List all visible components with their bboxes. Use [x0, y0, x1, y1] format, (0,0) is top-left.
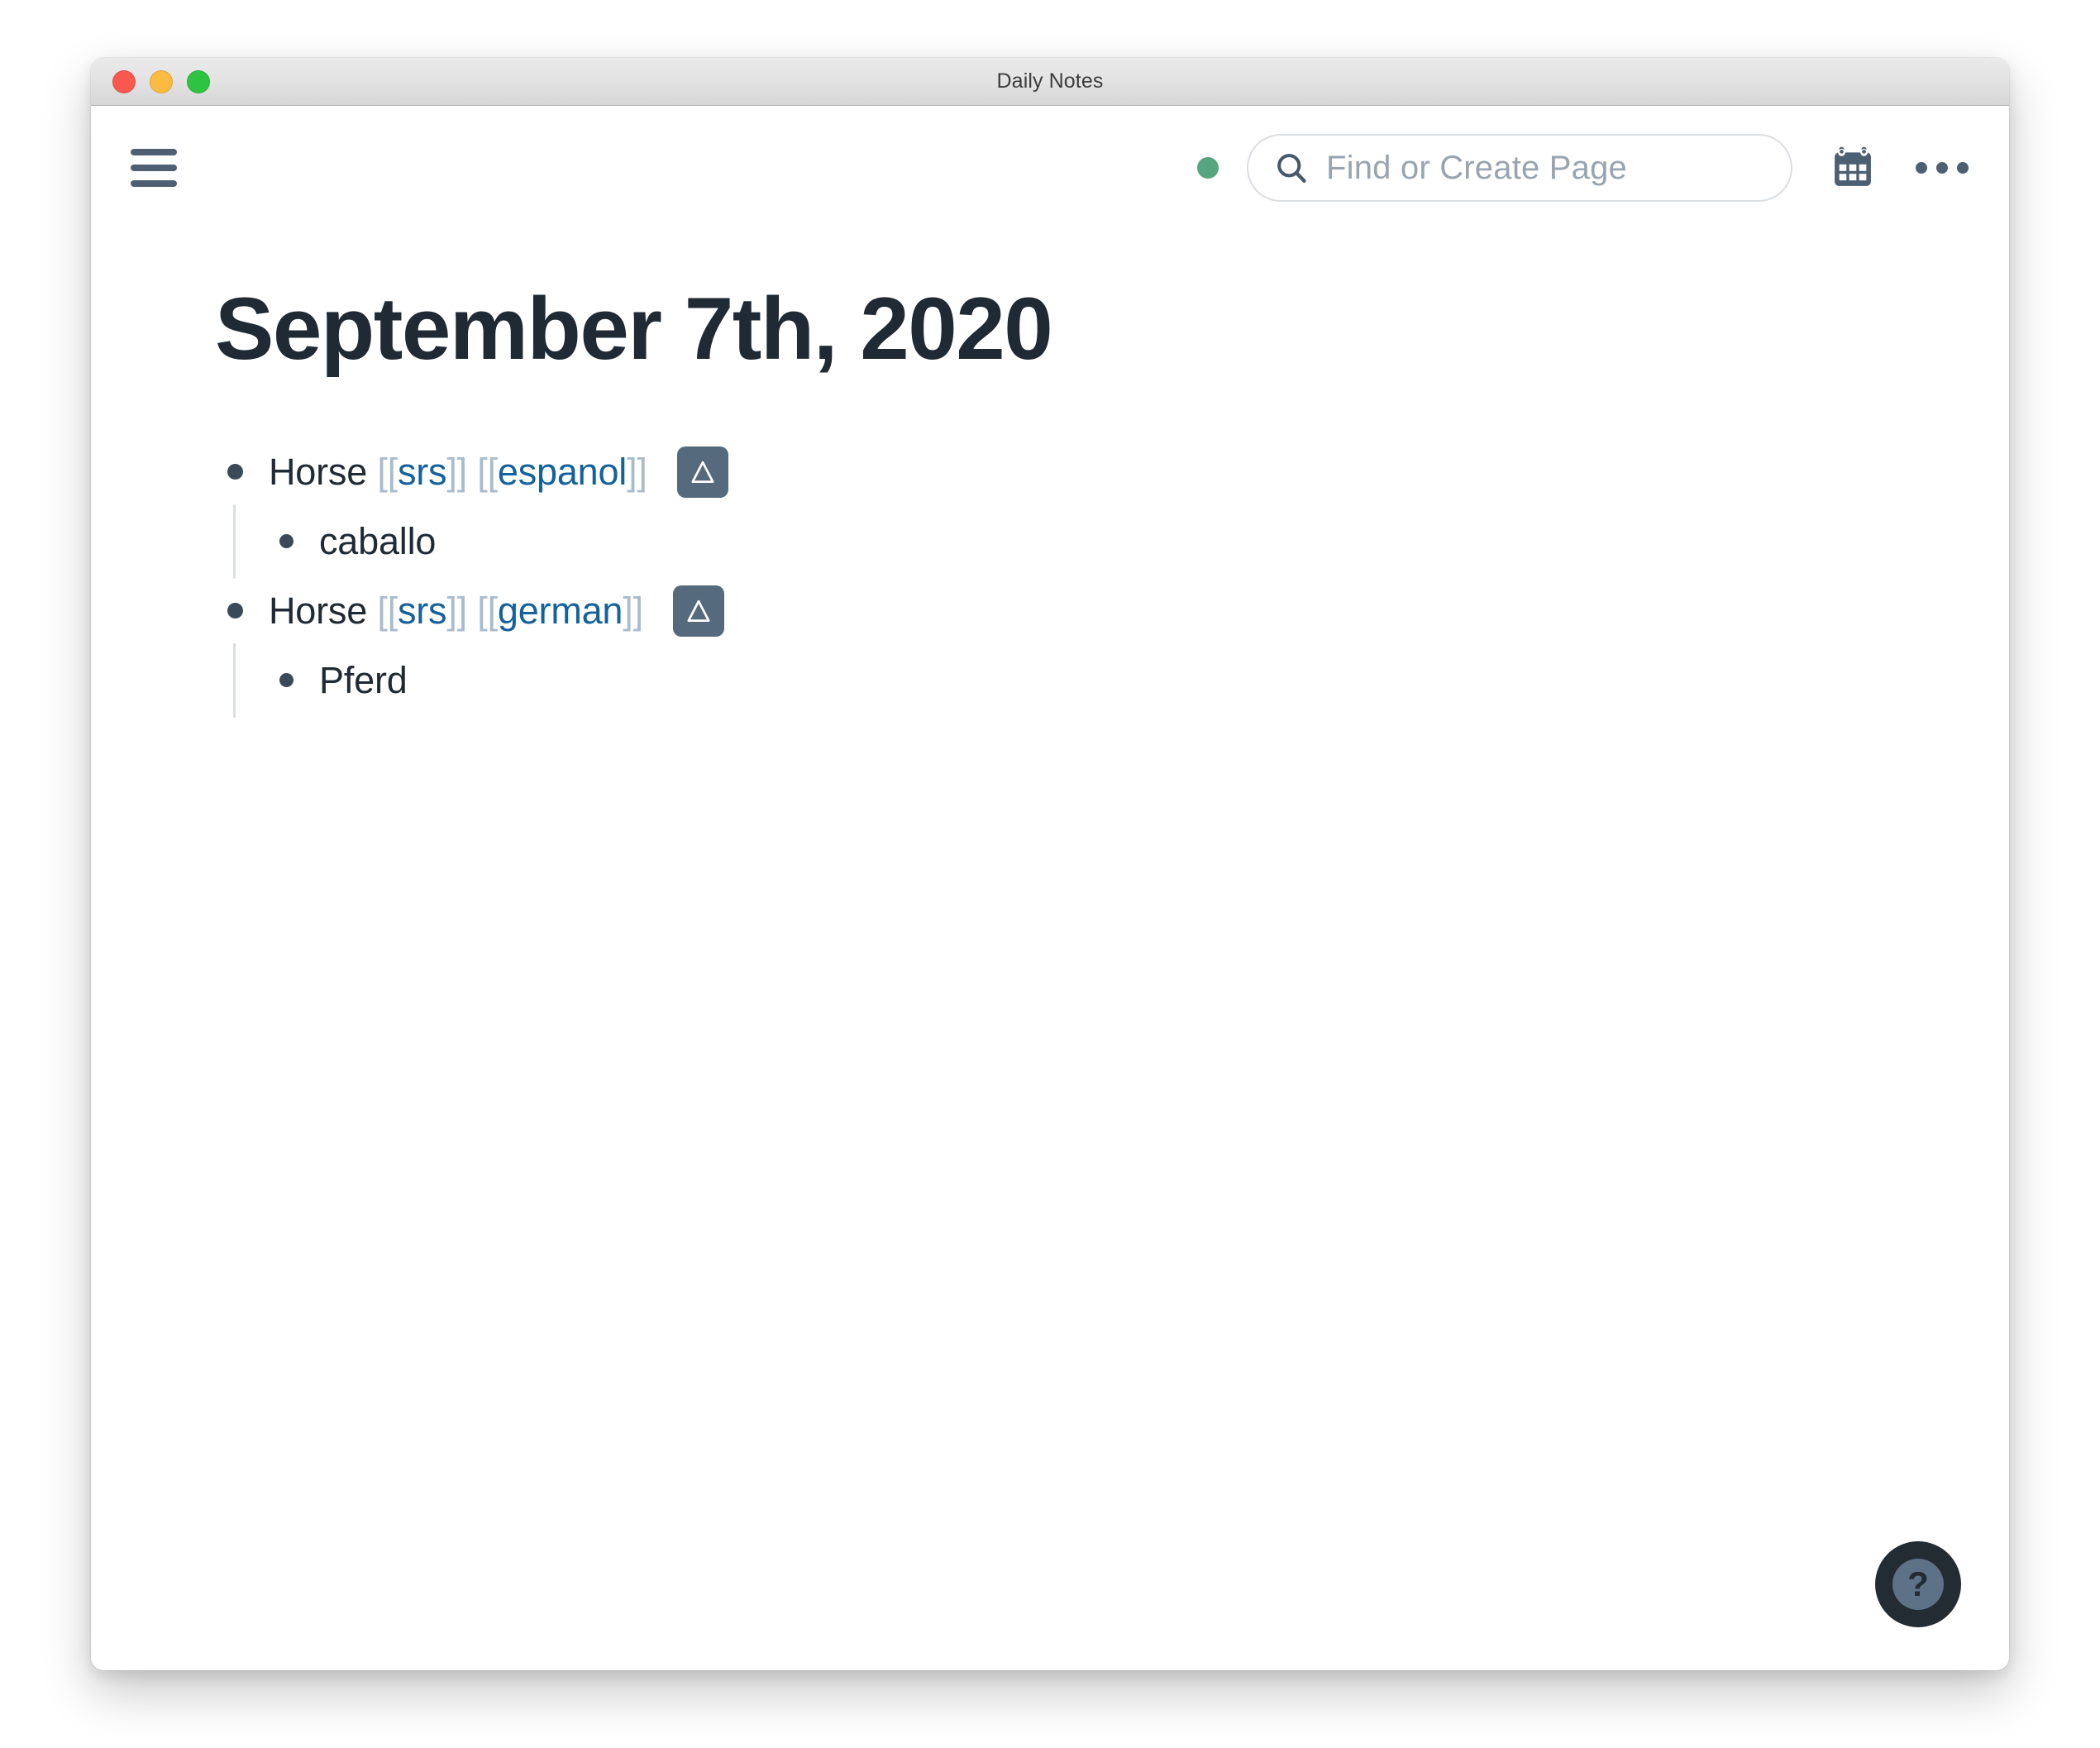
page-title[interactable]: September 7th, 2020 — [215, 279, 2009, 379]
page-link-espanol[interactable]: espanol — [498, 451, 627, 493]
outline-child-block[interactable]: caballo — [279, 509, 2009, 574]
child-block-text[interactable]: Pferd — [319, 659, 408, 702]
tag-open-bracket: [[ — [477, 589, 498, 632]
block-text[interactable]: Horse [[srs]] [[german]] — [269, 589, 643, 633]
block-group: Horse [[srs]] [[espanol]] caballo — [223, 440, 2009, 579]
hamburger-menu-icon[interactable] — [131, 141, 184, 194]
bullet-icon[interactable] — [227, 603, 243, 619]
question-mark-icon: ? — [1892, 1559, 1944, 1610]
window-titlebar[interactable]: Daily Notes — [91, 58, 2009, 106]
block-text-prefix: Horse — [269, 450, 378, 493]
close-window-button[interactable] — [112, 69, 136, 93]
child-block-text[interactable]: caballo — [319, 520, 436, 563]
page-link-srs[interactable]: srs — [398, 451, 447, 493]
tag-close-bracket: ]] — [627, 450, 647, 493]
delta-button[interactable] — [672, 585, 724, 637]
maximize-window-button[interactable] — [187, 69, 210, 93]
window-title: Daily Notes — [996, 69, 1104, 93]
tag-open-bracket: [[ — [377, 589, 398, 632]
calendar-icon[interactable] — [1829, 144, 1877, 192]
outline-block[interactable]: Horse [[srs]] [[german]] — [223, 579, 2009, 643]
tag-close-bracket: ]] — [446, 450, 467, 493]
delta-icon — [691, 461, 714, 483]
bullet-icon[interactable] — [227, 464, 243, 480]
child-block-wrapper: caballo — [223, 504, 2009, 579]
tag-separator — [467, 451, 477, 493]
page-link-german[interactable]: german — [498, 590, 623, 632]
app-topbar: Find or Create Page — [91, 106, 2009, 230]
block-group: Horse [[srs]] [[german]] Pferd — [223, 579, 2009, 718]
more-horizontal-icon[interactable] — [1913, 144, 1971, 192]
help-button[interactable]: ? — [1875, 1541, 1961, 1627]
topbar-right-group: Find or Create Page — [1197, 134, 1971, 202]
search-input[interactable]: Find or Create Page — [1247, 134, 1792, 202]
tag-open-bracket: [[ — [377, 450, 398, 493]
outline-child-block[interactable]: Pferd — [279, 648, 2009, 713]
block-text[interactable]: Horse [[srs]] [[espanol]] — [269, 450, 647, 494]
traffic-lights — [112, 69, 210, 93]
bullet-icon[interactable] — [279, 534, 294, 549]
delta-button[interactable] — [676, 446, 728, 498]
page-link-srs[interactable]: srs — [398, 590, 447, 632]
block-text-prefix: Horse — [269, 589, 378, 632]
search-placeholder: Find or Create Page — [1326, 149, 1627, 186]
child-block-wrapper: Pferd — [223, 642, 2009, 718]
help-label: ? — [1907, 1564, 1929, 1603]
tag-close-bracket: ]] — [623, 589, 643, 632]
app-body: Find or Create Page September 7th, 2020 … — [91, 106, 2009, 1670]
tag-open-bracket: [[ — [477, 450, 498, 493]
tag-separator — [467, 590, 477, 632]
app-window: Daily Notes Find or Create Page Septembe… — [91, 58, 2009, 1670]
outline-blocks: Horse [[srs]] [[espanol]] caballo Horse … — [215, 440, 2009, 718]
status-dot-icon — [1197, 157, 1219, 179]
bullet-icon[interactable] — [279, 673, 294, 688]
search-icon — [1277, 154, 1306, 183]
minimize-window-button[interactable] — [150, 69, 173, 93]
tag-close-bracket: ]] — [446, 589, 467, 632]
delta-icon — [687, 599, 710, 622]
page-content: September 7th, 2020 Horse [[srs]] [[espa… — [91, 230, 2009, 1670]
desktop-background: Daily Notes Find or Create Page Septembe… — [0, 0, 2100, 1748]
outline-block[interactable]: Horse [[srs]] [[espanol]] — [223, 440, 2009, 504]
